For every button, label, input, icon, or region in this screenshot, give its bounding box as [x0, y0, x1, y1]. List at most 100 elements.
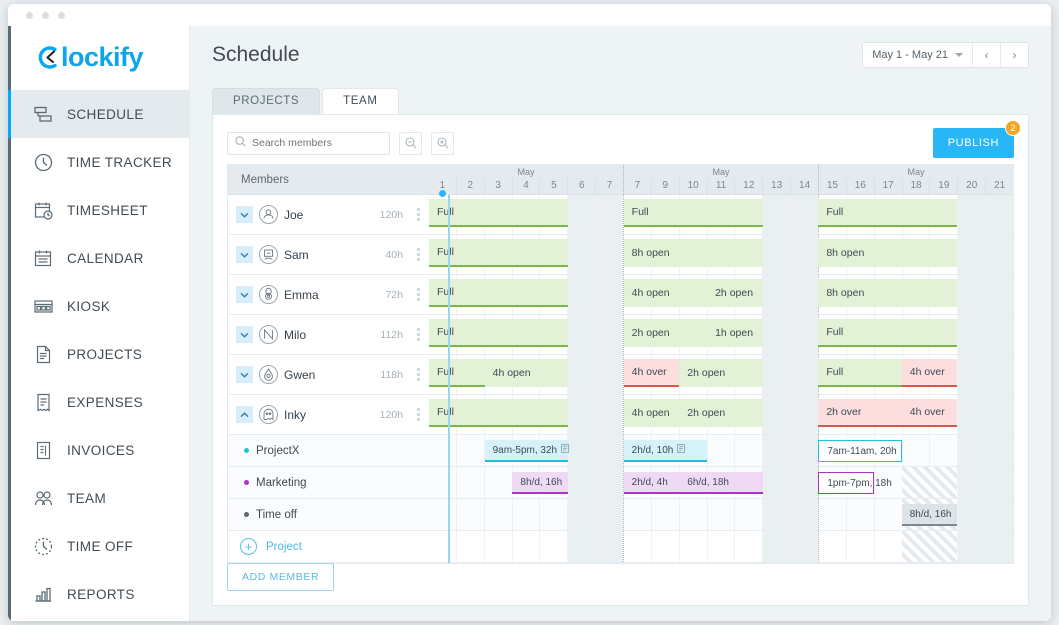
add-project-label[interactable]: Project	[266, 541, 302, 553]
project-assignment-bar[interactable]: 2h/d, 4h	[623, 472, 680, 494]
availability-bar[interactable]: Full	[818, 359, 902, 387]
lane-day-cell[interactable]	[762, 235, 791, 274]
lane-day-cell[interactable]	[790, 275, 819, 314]
lane-day-cell[interactable]	[790, 531, 819, 562]
lane-day-cell[interactable]	[873, 499, 902, 530]
lane-day-cell[interactable]	[539, 499, 567, 530]
lane-day-cell[interactable]	[985, 195, 1014, 234]
sidebar-item-projects[interactable]: PROJECTS	[11, 330, 189, 378]
zoom-out-button[interactable]	[399, 131, 422, 155]
lane-day-cell[interactable]	[511, 531, 540, 562]
lane-day-cell[interactable]	[650, 499, 679, 530]
lane-day-cell[interactable]	[567, 395, 596, 434]
member-menu-icon[interactable]	[409, 328, 427, 341]
availability-bar[interactable]: 1h open	[707, 319, 763, 347]
lane-day-cell[interactable]	[734, 499, 762, 530]
search-members-box[interactable]	[227, 131, 390, 155]
sidebar-item-calendar[interactable]: CALENDAR	[11, 234, 189, 282]
availability-bar[interactable]: 4h over	[901, 399, 958, 427]
lane-day-cell[interactable]	[819, 531, 846, 562]
lane-day-cell[interactable]	[706, 435, 735, 466]
expand-toggle[interactable]	[236, 206, 253, 223]
lane-day-cell[interactable]	[790, 499, 819, 530]
lane-day-cell[interactable]	[762, 355, 791, 394]
lane-day-cell[interactable]	[429, 499, 456, 530]
lane-day-cell[interactable]	[483, 467, 512, 498]
lane-day-cell[interactable]	[957, 435, 986, 466]
sidebar-item-time-tracker[interactable]: TIME TRACKER	[11, 138, 189, 186]
lane-day-cell[interactable]	[873, 531, 902, 562]
lane-day-cell[interactable]	[929, 435, 957, 466]
sidebar-item-invoices[interactable]: INVOICES	[11, 426, 189, 474]
lane-day-cell[interactable]	[595, 235, 624, 274]
lane-day-cell[interactable]	[429, 531, 456, 562]
lane-day-cell[interactable]	[567, 275, 596, 314]
availability-bar[interactable]: 4h open	[484, 359, 569, 387]
lane-day-cell[interactable]	[790, 467, 819, 498]
lane-day-cell[interactable]	[790, 355, 819, 394]
sidebar-item-time-off[interactable]: TIME OFF	[11, 522, 189, 570]
lane-day-cell[interactable]	[567, 499, 596, 530]
expand-toggle[interactable]	[236, 326, 253, 343]
lane-day-cell[interactable]	[762, 531, 791, 562]
lane-day-cell[interactable]	[985, 467, 1014, 498]
sidebar-item-kiosk[interactable]: KIOSK	[11, 282, 189, 330]
lane-day-cell[interactable]	[595, 355, 624, 394]
lane-day-cell[interactable]	[762, 395, 791, 434]
lane-day-cell[interactable]	[567, 315, 596, 354]
availability-bar[interactable]: 2h over	[818, 399, 902, 427]
member-menu-icon[interactable]	[409, 248, 427, 261]
member-menu-icon[interactable]	[409, 288, 427, 301]
zoom-in-button[interactable]	[431, 131, 454, 155]
lane-day-cell[interactable]	[985, 275, 1014, 314]
lane-day-cell[interactable]	[957, 467, 986, 498]
plus-circle-icon[interactable]: +	[240, 538, 257, 555]
lane-day-cell[interactable]	[985, 531, 1014, 562]
sidebar-item-timesheet[interactable]: TIMESHEET	[11, 186, 189, 234]
lane-day-cell[interactable]	[483, 499, 512, 530]
lane-day-cell[interactable]	[985, 499, 1014, 530]
project-assignment-bar[interactable]: 1pm-7pm, 18h	[818, 472, 892, 494]
lane-day-cell[interactable]	[957, 499, 986, 530]
availability-bar[interactable]: Full	[429, 199, 569, 227]
lane-day-cell[interactable]	[734, 531, 762, 562]
expand-toggle[interactable]	[236, 246, 253, 263]
sidebar-item-expenses[interactable]: EXPENSES	[11, 378, 189, 426]
lane-day-cell[interactable]	[790, 315, 819, 354]
lane-day-cell[interactable]	[595, 315, 624, 354]
lane-day-cell[interactable]	[957, 235, 986, 274]
lane-day-cell[interactable]	[455, 531, 484, 562]
lane-day-cell[interactable]	[985, 395, 1014, 434]
lane-day-cell[interactable]	[567, 467, 596, 498]
expand-toggle[interactable]	[236, 366, 253, 383]
window-close-dot[interactable]	[26, 12, 33, 19]
lane-day-cell[interactable]	[706, 531, 735, 562]
lane-day-cell[interactable]	[957, 395, 986, 434]
lane-day-cell[interactable]	[567, 531, 596, 562]
availability-bar[interactable]: Full	[429, 279, 569, 307]
prev-period-button[interactable]: ‹	[972, 43, 1000, 67]
lane-day-cell[interactable]	[762, 499, 791, 530]
availability-bar[interactable]: 2h open	[679, 359, 763, 387]
lane-day-cell[interactable]	[678, 531, 707, 562]
date-range-label[interactable]: May 1 - May 21	[863, 43, 972, 67]
lane-day-cell[interactable]	[595, 467, 624, 498]
lane-day-cell[interactable]	[429, 467, 456, 498]
lane-day-cell[interactable]	[957, 531, 986, 562]
availability-bar[interactable]: Full	[429, 239, 569, 267]
availability-bar[interactable]: Full	[429, 359, 485, 387]
next-period-button[interactable]: ›	[1000, 43, 1028, 67]
availability-bar[interactable]: Full	[623, 199, 763, 227]
lane-day-cell[interactable]	[595, 435, 624, 466]
availability-bar[interactable]: Full	[818, 199, 958, 227]
project-assignment-bar[interactable]: 2h/d, 10h	[623, 440, 708, 462]
add-member-button[interactable]: ADD MEMBER	[227, 563, 335, 591]
lane-day-cell[interactable]	[595, 395, 624, 434]
project-assignment-bar[interactable]: 8h/d, 16h	[901, 504, 958, 526]
lane-day-cell[interactable]	[567, 235, 596, 274]
availability-bar[interactable]: 8h open	[818, 279, 958, 307]
lane-day-cell[interactable]	[985, 235, 1014, 274]
availability-bar[interactable]: Full	[429, 319, 569, 347]
lane-day-cell[interactable]	[957, 195, 986, 234]
lane-day-cell[interactable]	[595, 531, 624, 562]
